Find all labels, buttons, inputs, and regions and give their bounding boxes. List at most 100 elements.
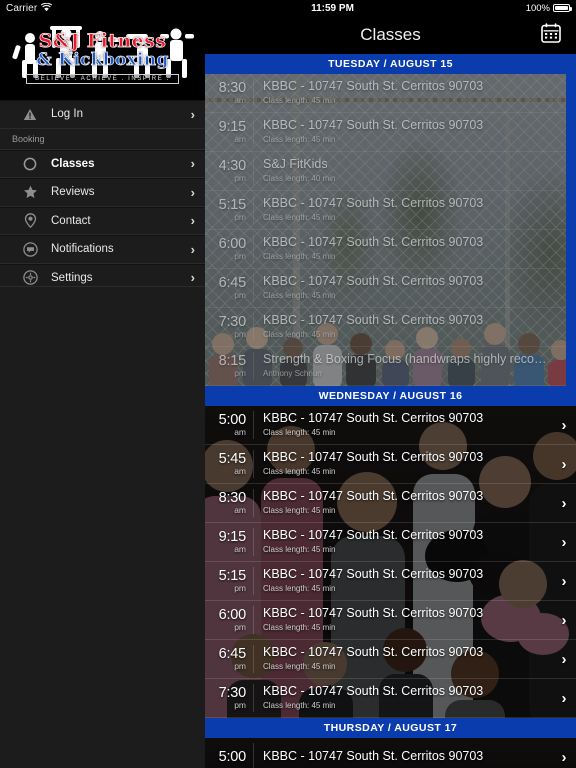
sidebar-item-label: Notifications xyxy=(51,243,114,256)
sidebar-item-label: Reviews xyxy=(51,186,95,199)
sidebar-item-reviews[interactable]: Reviews › xyxy=(0,178,205,207)
calendar-icon xyxy=(540,22,562,49)
class-row[interactable]: 5:00 KBBC - 10747 South St. Cerritos 907… xyxy=(205,738,576,768)
class-subtitle: Class length: 45 min xyxy=(263,700,336,710)
sidebar-item-label: Contact xyxy=(51,214,91,227)
chat-bubble-icon xyxy=(16,242,44,257)
class-time: 5:45 am xyxy=(209,452,253,475)
class-time: 8:15 pm xyxy=(209,354,253,377)
sidebar-section-booking: Booking xyxy=(0,128,205,150)
class-time-meridiem: pm xyxy=(234,368,246,379)
chevron-right-icon[interactable]: › xyxy=(552,534,576,551)
class-title: Strength & Boxing Focus (handwraps highl… xyxy=(263,352,552,367)
chevron-right-icon[interactable]: › xyxy=(552,495,576,512)
class-time-meridiem: am xyxy=(234,505,246,516)
class-time-hour: 9:15 xyxy=(218,529,247,546)
page-title: Classes xyxy=(360,25,421,44)
main-panel: 11:59 PM 100% Classes TUESDAY / AUGUST 1… xyxy=(205,0,576,768)
class-time-hour: 6:45 xyxy=(218,275,247,292)
class-row[interactable]: 5:45 am KBBC - 10747 South St. Cerritos … xyxy=(205,445,576,484)
class-row[interactable]: 9:15 am KBBC - 10747 South St. Cerritos … xyxy=(205,113,576,152)
chevron-right-icon[interactable]: › xyxy=(552,612,576,629)
chevron-right-icon[interactable]: › xyxy=(552,690,576,707)
sidebar-item-label: Settings xyxy=(51,271,93,284)
class-list: 8:30 am KBBC - 10747 South St. Cerritos … xyxy=(205,74,576,386)
chevron-right-icon[interactable]: › xyxy=(552,573,576,590)
class-time-hour: 6:00 xyxy=(218,236,247,253)
class-time-hour: 7:30 xyxy=(218,685,247,702)
class-time: 4:30 pm xyxy=(209,159,253,182)
class-time-meridiem: am xyxy=(234,134,246,145)
class-row[interactable]: 6:45 pm KBBC - 10747 South St. Cerritos … xyxy=(205,640,576,679)
class-subtitle: Class length: 45 min xyxy=(263,427,336,437)
class-time-hour: 8:15 xyxy=(218,353,247,370)
chevron-right-icon[interactable]: › xyxy=(552,417,576,434)
class-subtitle: Class length: 45 min xyxy=(263,466,336,476)
chevron-right-icon[interactable]: › xyxy=(552,456,576,473)
class-time-meridiem: am xyxy=(234,95,246,106)
class-row[interactable]: 8:15 pm Strength & Boxing Focus (handwra… xyxy=(205,347,576,386)
class-time-meridiem: am xyxy=(234,544,246,555)
sidebar-item-classes[interactable]: Classes › xyxy=(0,149,205,178)
class-subtitle: Class length: 45 min xyxy=(263,583,336,593)
class-row[interactable]: 6:45 pm KBBC - 10747 South St. Cerritos … xyxy=(205,269,576,308)
class-time-meridiem: pm xyxy=(234,583,246,594)
class-title: KBBC - 10747 South St. Cerritos 90703 xyxy=(263,567,484,582)
class-time-meridiem: pm xyxy=(234,329,246,340)
logo-title-line1: S&J Fitness xyxy=(38,30,167,53)
day-header-label: THURSDAY / AUGUST 17 xyxy=(323,722,458,734)
class-time-hour: 4:30 xyxy=(218,158,247,175)
sidebar-item-login[interactable]: Log In › xyxy=(0,100,205,129)
class-title: KBBC - 10747 South St. Cerritos 90703 xyxy=(263,606,484,621)
schedule-scroll-area[interactable]: TUESDAY / AUGUST 15 8:30 am KBBC - 10747… xyxy=(205,54,576,768)
class-time: 9:15 am xyxy=(209,530,253,553)
class-row[interactable]: 4:30 pm S&J FitKids Class length: 40 min xyxy=(205,152,576,191)
class-time: 5:00 am xyxy=(209,413,253,436)
class-row[interactable]: 7:30 pm KBBC - 10747 South St. Cerritos … xyxy=(205,308,576,347)
class-time: 6:00 pm xyxy=(209,608,253,631)
sidebar-empty-area xyxy=(0,286,205,768)
class-instructor: Anthony Schnurr xyxy=(263,368,323,378)
class-time-hour: 9:15 xyxy=(218,119,247,136)
class-row[interactable]: 9:15 am KBBC - 10747 South St. Cerritos … xyxy=(205,523,576,562)
class-row[interactable]: 5:15 pm KBBC - 10747 South St. Cerritos … xyxy=(205,562,576,601)
class-title: S&J FitKids xyxy=(263,157,328,172)
class-time-meridiem: am xyxy=(234,427,246,438)
class-time: 5:15 pm xyxy=(209,569,253,592)
sidebar-item-label: Classes xyxy=(51,157,95,170)
sidebar-section-label: Booking xyxy=(12,133,45,144)
class-row[interactable]: 8:30 am KBBC - 10747 South St. Cerritos … xyxy=(205,484,576,523)
class-time-meridiem: am xyxy=(234,466,246,477)
class-time: 8:30 am xyxy=(209,81,253,104)
class-row[interactable]: 6:00 pm KBBC - 10747 South St. Cerritos … xyxy=(205,601,576,640)
class-time-hour: 5:15 xyxy=(218,197,247,214)
calendar-button[interactable] xyxy=(538,22,564,48)
class-time-meridiem: pm xyxy=(234,700,246,711)
chevron-right-icon[interactable]: › xyxy=(552,749,576,766)
status-bar-right: 11:59 PM 100% xyxy=(205,0,576,16)
sidebar-item-contact[interactable]: Contact › xyxy=(0,206,205,235)
class-subtitle: Class length: 45 min xyxy=(263,212,336,222)
day-header: WEDNESDAY / AUGUST 16 xyxy=(205,386,576,406)
class-list: 5:00 KBBC - 10747 South St. Cerritos 907… xyxy=(205,738,576,768)
class-time: 6:00 pm xyxy=(209,237,253,260)
sidebar-item-notifications[interactable]: Notifications › xyxy=(0,235,205,264)
class-subtitle: Class length: 45 min xyxy=(263,622,336,632)
class-row[interactable]: 7:30 pm KBBC - 10747 South St. Cerritos … xyxy=(205,679,576,718)
class-row[interactable]: 8:30 am KBBC - 10747 South St. Cerritos … xyxy=(205,74,576,113)
class-time-meridiem: pm xyxy=(234,173,246,184)
class-row[interactable]: 5:00 am KBBC - 10747 South St. Cerritos … xyxy=(205,406,576,445)
class-time-hour: 8:30 xyxy=(218,490,247,507)
chevron-right-icon: › xyxy=(190,106,195,122)
battery-percent: 100% xyxy=(525,2,550,14)
right-edge-accent xyxy=(566,54,576,388)
class-time: 7:30 pm xyxy=(209,686,253,709)
class-time: 9:15 am xyxy=(209,120,253,143)
class-time-hour: 5:15 xyxy=(218,568,247,585)
gear-icon xyxy=(16,270,44,285)
class-row[interactable]: 6:00 pm KBBC - 10747 South St. Cerritos … xyxy=(205,230,576,269)
class-time: 6:45 pm xyxy=(209,276,253,299)
class-row[interactable]: 5:15 pm KBBC - 10747 South St. Cerritos … xyxy=(205,191,576,230)
chevron-right-icon[interactable]: › xyxy=(552,651,576,668)
wifi-icon xyxy=(41,0,53,17)
